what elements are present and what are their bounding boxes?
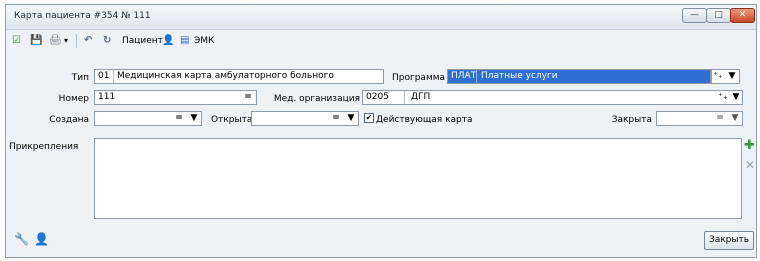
window-title: Карта пациента #354 № 111 xyxy=(14,11,151,21)
closed-equals-icon[interactable]: = xyxy=(714,112,726,125)
check-icon[interactable]: ☑ xyxy=(12,33,21,49)
opened-field[interactable]: = ▼ xyxy=(251,111,359,126)
title-bar: Карта пациента #354 № 111 — □ ✕ xyxy=(6,5,756,30)
created-field[interactable]: = ▼ xyxy=(94,111,202,126)
patient-button[interactable]: Пациент xyxy=(122,33,163,49)
program-code: ПЛАТ xyxy=(448,70,477,83)
print-dropdown-icon[interactable]: ▾ xyxy=(64,33,68,49)
attachments-label: Прикрепления xyxy=(9,142,79,152)
type-value: Медицинская карта амбулаторного больного xyxy=(117,71,334,81)
created-equals-icon[interactable]: = xyxy=(173,112,185,125)
toolbar-separator xyxy=(76,34,77,48)
type-code: 01 xyxy=(95,70,114,83)
minimize-icon: — xyxy=(690,10,699,20)
program-dropdown-icon[interactable]: ▼ xyxy=(726,70,738,83)
med-org-label: Мед. организация xyxy=(273,94,360,104)
remove-attachment-icon[interactable]: ✕ xyxy=(745,158,755,172)
maximize-icon: □ xyxy=(714,10,723,20)
med-org-value: ДГП xyxy=(411,92,431,102)
active-card-label: Действующая карта xyxy=(376,115,473,125)
toolbar: ☑ 💾 🖨 ▾ ↶ ↻ Пациент 👤 ▤ ЭМК xyxy=(6,30,756,52)
opened-value xyxy=(252,113,255,123)
undo-icon[interactable]: ↶ xyxy=(84,33,92,49)
opened-dropdown-icon[interactable]: ▼ xyxy=(345,112,357,125)
close-icon: ✕ xyxy=(738,10,747,20)
emk-button[interactable]: ЭМК xyxy=(194,33,214,49)
program-plus-icon[interactable]: ⁺₊ xyxy=(712,70,724,83)
closed-field[interactable]: = ▼ xyxy=(656,111,743,126)
closed-value xyxy=(657,113,660,123)
program-controls: ⁺₊ ▼ xyxy=(711,69,740,84)
patient-card-window: Карта пациента #354 № 111 — □ ✕ ☑ 💾 🖨 ▾ … xyxy=(5,4,757,258)
number-equals-icon[interactable]: = xyxy=(242,91,254,104)
maximize-button[interactable]: □ xyxy=(706,8,731,23)
close-button[interactable]: Закрыть xyxy=(704,231,754,250)
minimize-button[interactable]: — xyxy=(682,8,707,23)
opened-label: Открыта xyxy=(211,115,253,125)
opened-equals-icon[interactable]: = xyxy=(330,112,342,125)
attachments-list[interactable] xyxy=(94,138,742,219)
med-org-field[interactable]: 0205 ДГП ⁺₊ ▼ xyxy=(362,90,743,105)
number-label: Номер xyxy=(58,94,89,104)
med-org-dropdown-icon[interactable]: ▼ xyxy=(730,91,742,104)
number-field[interactable]: 111 = xyxy=(94,90,257,105)
type-label: Тип xyxy=(71,73,89,83)
patient-icon[interactable]: 👤 xyxy=(162,33,174,49)
user-icon[interactable]: 👤 xyxy=(34,232,49,246)
number-value: 111 xyxy=(98,92,116,102)
close-window-button[interactable]: ✕ xyxy=(730,8,755,23)
med-org-code: 0205 xyxy=(363,91,405,104)
closed-dropdown-icon[interactable]: ▼ xyxy=(729,112,741,125)
add-attachment-icon[interactable]: ✚ xyxy=(744,138,755,153)
program-field[interactable]: ПЛАТ Платные услуги xyxy=(447,69,711,84)
closed-label: Закрыта xyxy=(611,115,652,125)
created-label: Создана xyxy=(49,115,89,125)
type-field[interactable]: 01 Медицинская карта амбулаторного больн… xyxy=(94,69,384,84)
settings-icon[interactable]: 🔧 xyxy=(14,232,29,246)
program-label: Программа xyxy=(392,73,446,83)
med-org-plus-icon[interactable]: ⁺₊ xyxy=(717,91,729,104)
program-value: Платные услуги xyxy=(481,71,558,81)
refresh-icon[interactable]: ↻ xyxy=(103,33,111,49)
active-card-checkbox[interactable]: ✔ xyxy=(364,113,374,123)
print-icon[interactable]: 🖨 xyxy=(49,33,62,49)
save-icon[interactable]: 💾 xyxy=(30,33,42,49)
created-dropdown-icon[interactable]: ▼ xyxy=(188,112,200,125)
emk-icon[interactable]: ▤ xyxy=(180,33,189,49)
created-value xyxy=(95,113,98,123)
